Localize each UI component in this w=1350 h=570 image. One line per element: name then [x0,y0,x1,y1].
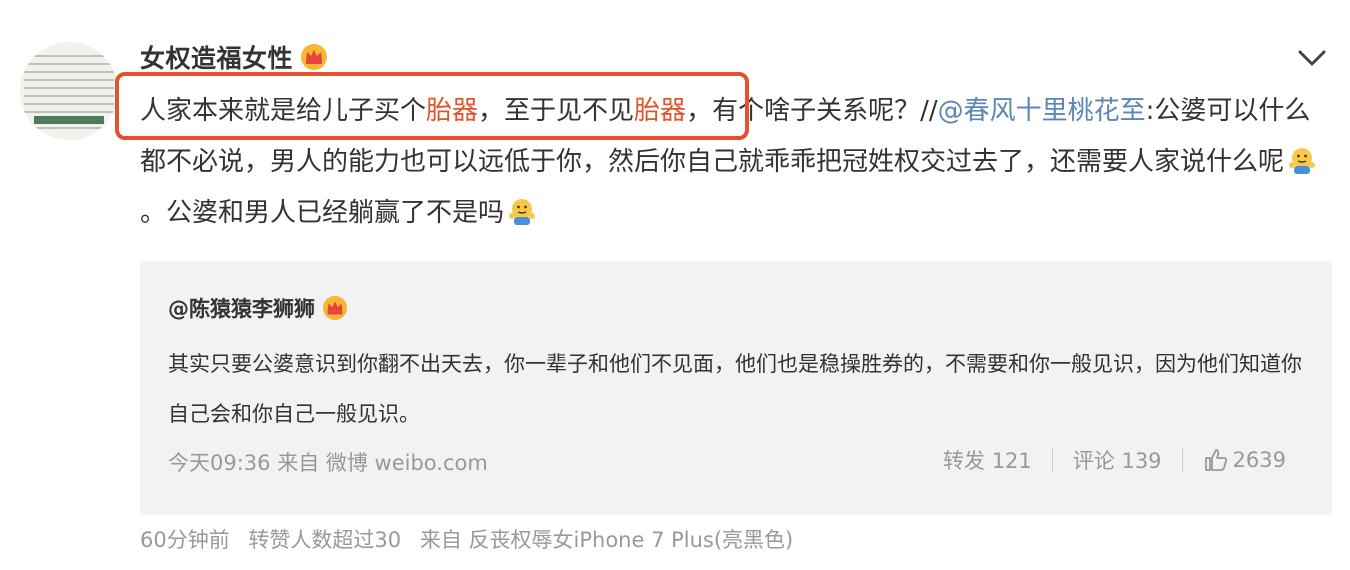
repost-text: 其实只要公婆意识到你翻不出天去，你一辈子和他们不见面，他们也是稳操胜券的，不需要… [168,352,1302,426]
post-text-part-2: ，至于见不见 [478,96,635,126]
post-author-row: 女权造福女性 [140,40,329,74]
like-count: 2639 [1232,448,1286,472]
shrug-emoji-icon [1289,148,1316,174]
likes-note: 转赞人数超过30 [248,528,402,552]
post-text-part-3: ，有个啥子关系呢？// [686,96,938,126]
avatar[interactable] [20,42,118,140]
post-highlight-word-2: 胎器 [634,96,687,126]
repost-author-row: @陈猿猿李狮狮 [168,293,349,323]
reposted-content[interactable]: @陈猿猿李狮狮 其实只要公婆意识到你翻不出天去，你一辈子和他们不见面，他们也是稳… [140,261,1332,515]
repost-actions: 转发 121 评论 139 2639 [943,445,1286,475]
repost-count-button[interactable]: 转发 121 [943,445,1032,475]
post-author-name[interactable]: 女权造福女性 [140,39,293,75]
post-time[interactable]: 60分钟前 [140,528,230,552]
crown-icon [322,295,348,321]
post-text: 人家本来就是给儿子买个胎器，至于见不见胎器，有个啥子关系呢？//@春风十里桃花至… [140,86,1330,239]
shrug-emoji-icon [509,199,536,225]
crown-icon [301,44,328,70]
divider [1181,448,1183,472]
post-text-part-5: 。公婆和男人已经躺赢了不是吗 [140,198,505,228]
comment-count-button[interactable]: 评论 139 [1073,445,1162,475]
weibo-post-card: 女权造福女性 人家本来就是给儿子买个胎器，至于见不见胎器，有个啥子关系呢？//@… [0,0,1350,570]
like-button[interactable]: 2639 [1203,447,1286,473]
post-source: 来自 反丧权辱女iPhone 7 Plus(亮黑色) [419,528,794,552]
mention-link[interactable]: @春风十里桃花至 [938,96,1146,126]
chevron-down-icon[interactable] [1296,46,1328,70]
repost-author-name[interactable]: @陈猿猿李狮狮 [168,293,315,323]
thumbs-up-icon [1204,449,1227,471]
post-highlight-word-1: 胎器 [426,96,479,126]
divider [1051,448,1053,472]
avatar-image [20,42,118,140]
repost-meta[interactable]: 今天09:36 来自 微博 weibo.com [168,447,488,477]
post-footer: 60分钟前 转赞人数超过30 来自 反丧权辱女iPhone 7 Plus(亮黑色… [140,524,805,554]
post-text-part-1: 人家本来就是给儿子买个 [140,96,427,126]
